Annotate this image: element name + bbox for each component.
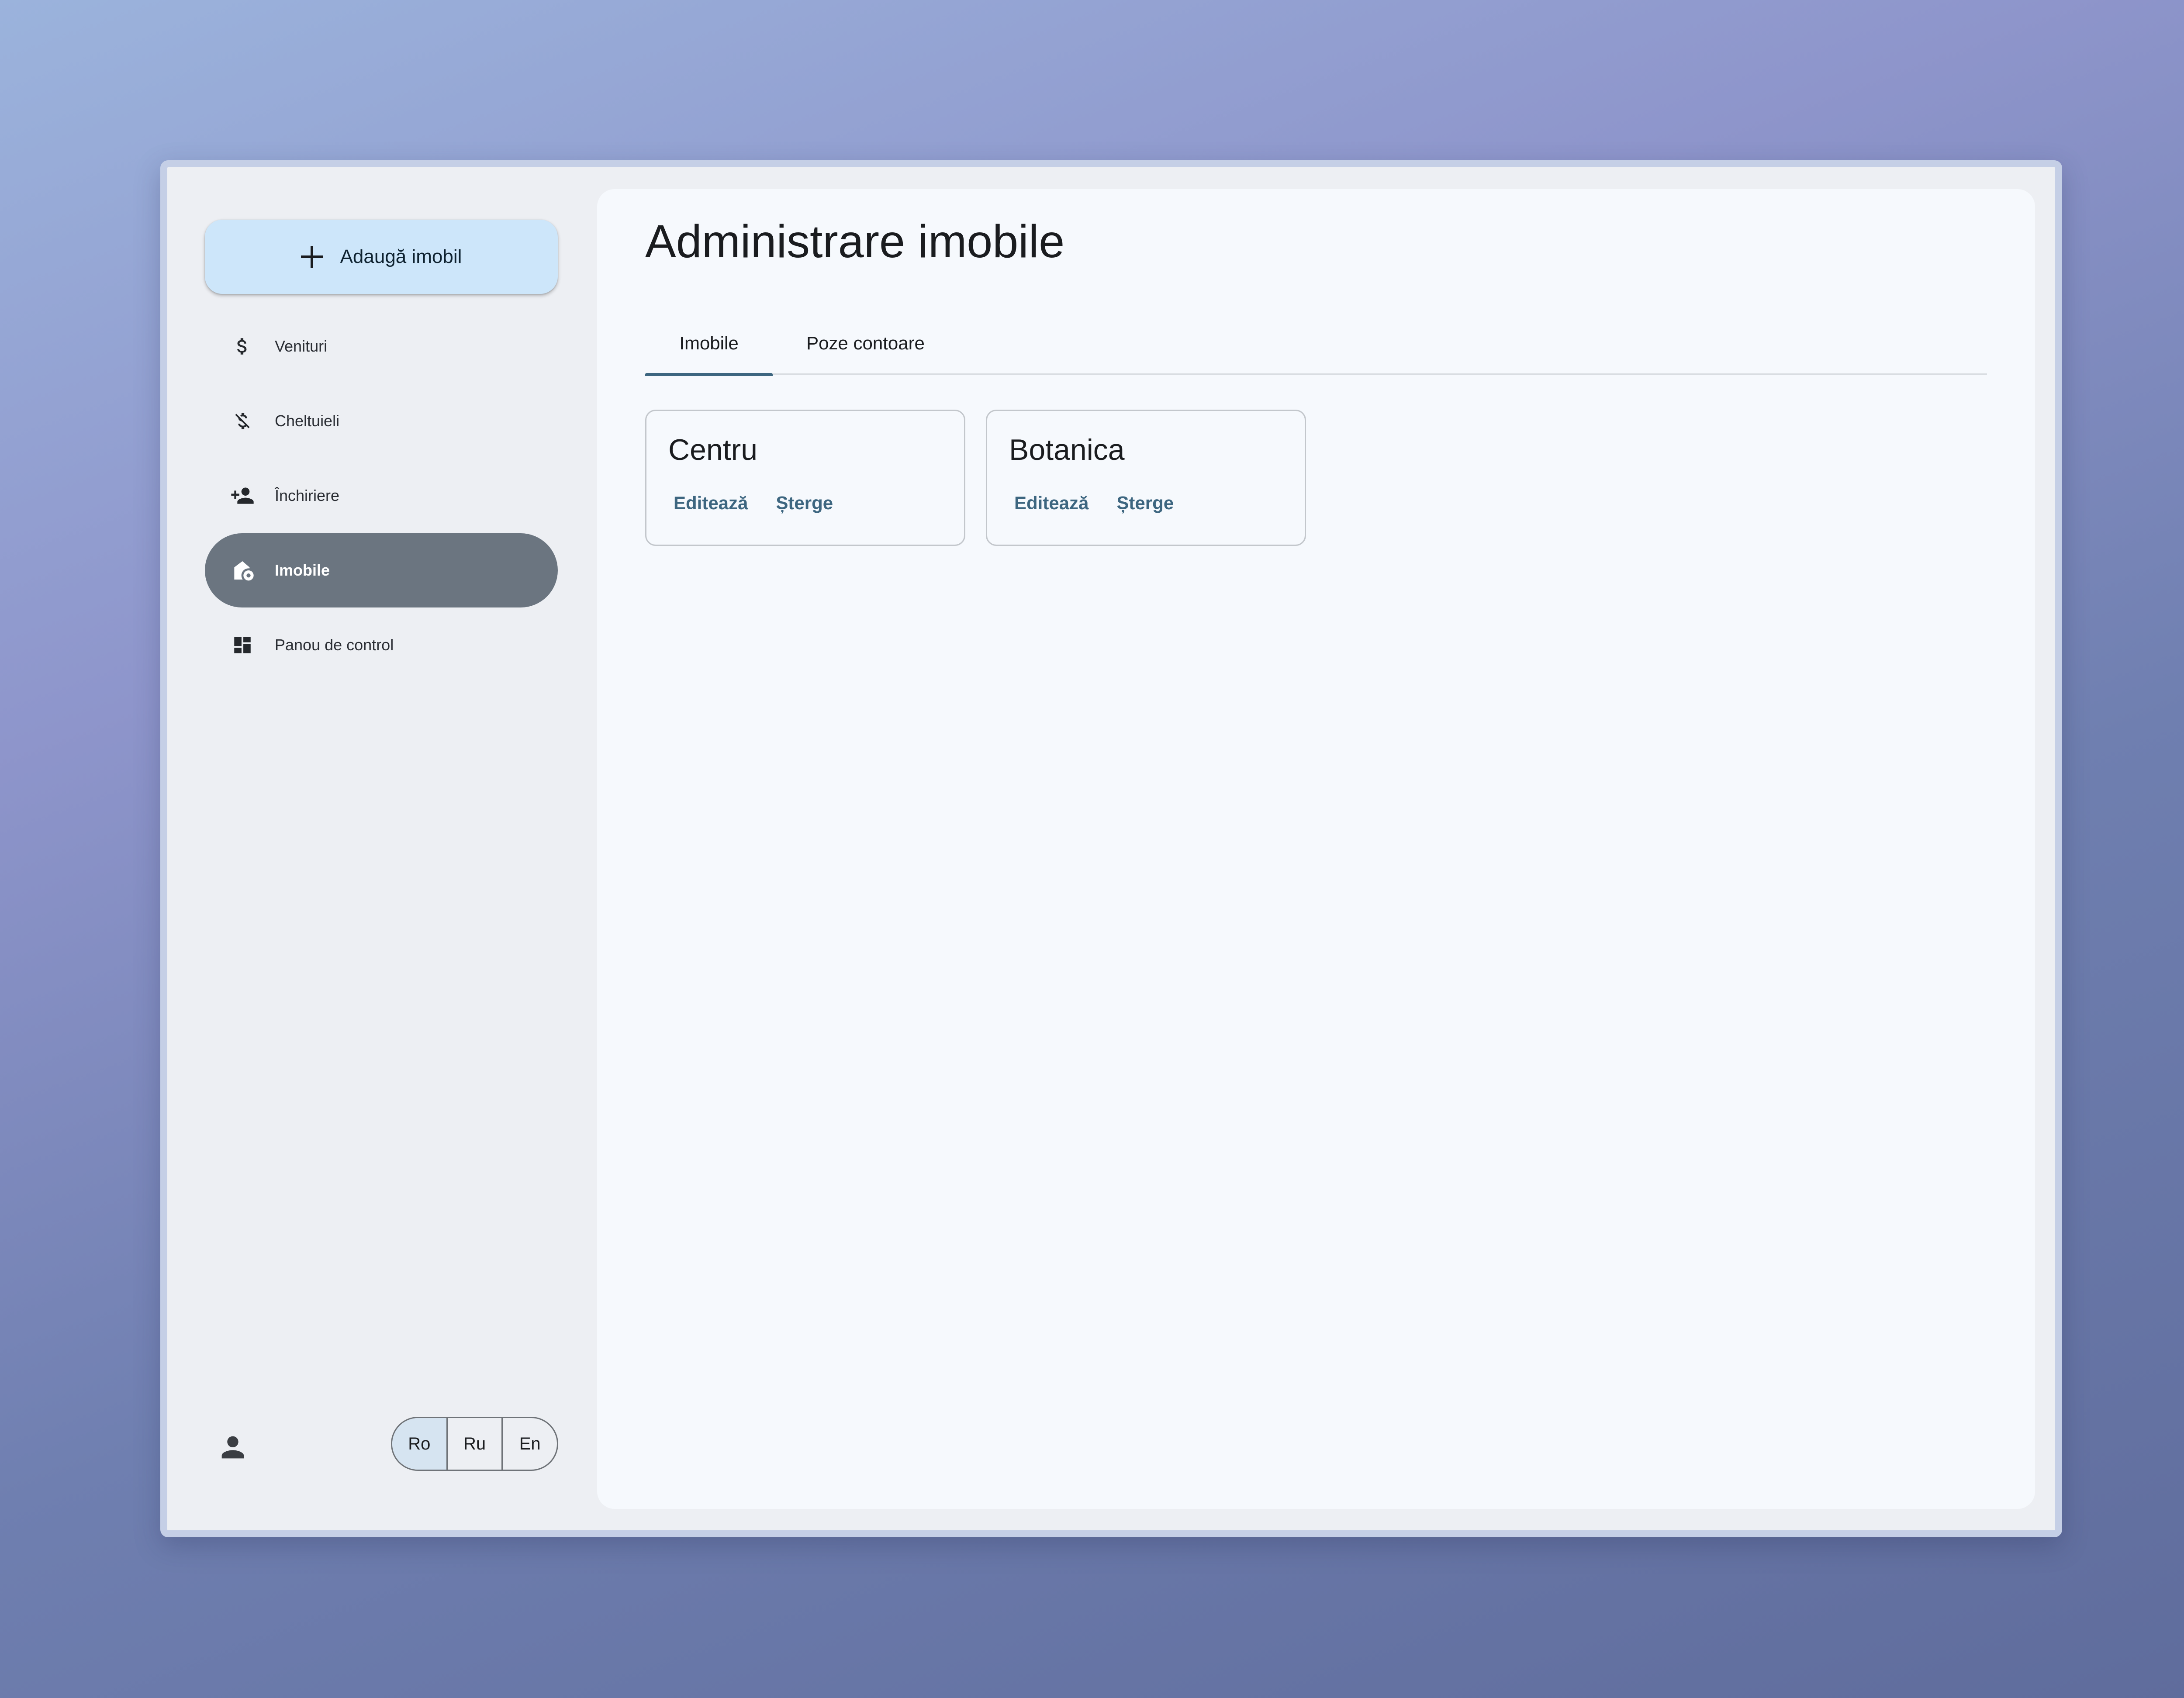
property-card: Centru Editează Șterge xyxy=(645,410,965,546)
sidebar-item-imobile[interactable]: Imobile xyxy=(205,533,558,607)
home-settings-icon xyxy=(230,558,255,583)
edit-button[interactable]: Editează xyxy=(668,487,753,519)
language-ro-button[interactable]: Ro xyxy=(392,1418,446,1470)
plus-icon xyxy=(301,246,323,268)
language-ru-button[interactable]: Ru xyxy=(446,1418,502,1470)
property-card: Botanica Editează Șterge xyxy=(986,410,1306,546)
delete-button[interactable]: Șterge xyxy=(1111,487,1179,519)
sidebar-item-inchiriere[interactable]: Închiriere xyxy=(205,459,558,533)
delete-button[interactable]: Șterge xyxy=(771,487,838,519)
main-content: Administrare imobile Imobile Poze contoa… xyxy=(597,189,2035,1509)
card-actions: Editează Șterge xyxy=(1009,487,1179,519)
sidebar-item-cheltuieli[interactable]: Cheltuieli xyxy=(205,384,558,458)
edit-button[interactable]: Editează xyxy=(1009,487,1094,519)
sidebar-item-label: Venituri xyxy=(275,337,328,355)
sidebar-item-panou-de-control[interactable]: Panou de control xyxy=(205,608,558,682)
language-en-button[interactable]: En xyxy=(501,1418,557,1470)
language-selector: Ro Ru En xyxy=(391,1417,558,1471)
sidebar-item-venituri[interactable]: Venituri xyxy=(205,309,558,383)
property-card-title: Botanica xyxy=(1009,433,1125,466)
money-off-icon xyxy=(230,409,255,433)
sidebar: Adaugă imobil Venituri Cheltuieli Închir… xyxy=(167,167,591,1530)
person-add-icon xyxy=(230,483,255,508)
person-icon[interactable] xyxy=(216,1431,249,1464)
dashboard-icon xyxy=(230,633,255,657)
add-property-label: Adaugă imobil xyxy=(340,246,462,267)
sidebar-item-label: Imobile xyxy=(275,561,330,579)
tab-bar: Imobile Poze contoare xyxy=(645,311,1987,376)
property-card-title: Centru xyxy=(668,433,758,466)
sidebar-item-label: Închiriere xyxy=(275,487,340,504)
card-actions: Editează Șterge xyxy=(668,487,838,519)
page-title: Administrare imobile xyxy=(645,216,1065,267)
sidebar-item-label: Panou de control xyxy=(275,636,394,654)
sidebar-item-label: Cheltuieli xyxy=(275,412,340,430)
app-window: Adaugă imobil Venituri Cheltuieli Închir… xyxy=(160,160,2062,1537)
tab-poze-contoare[interactable]: Poze contoare xyxy=(773,311,958,375)
dollar-icon xyxy=(230,334,255,359)
add-property-button[interactable]: Adaugă imobil xyxy=(205,220,558,294)
tab-imobile[interactable]: Imobile xyxy=(645,311,773,376)
